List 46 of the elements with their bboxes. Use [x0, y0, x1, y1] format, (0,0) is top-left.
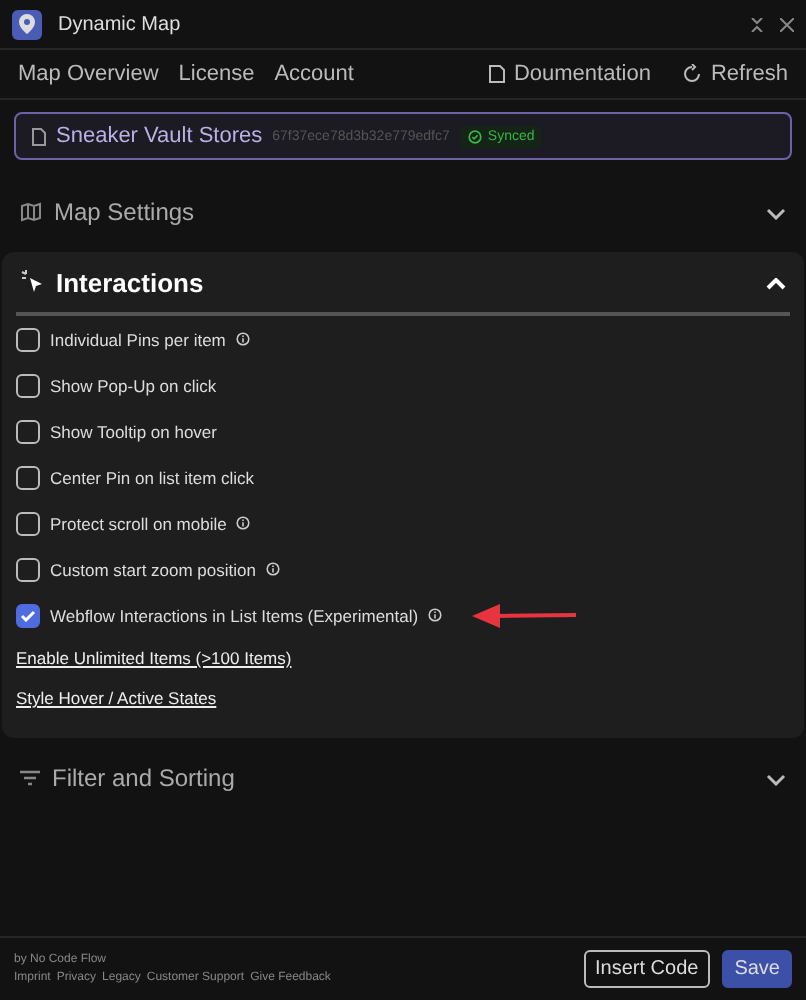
info-icon[interactable] — [265, 562, 280, 576]
checkbox-label: Show Tooltip on hover — [50, 421, 217, 441]
checkbox-label: Protect scroll on mobile — [50, 513, 227, 533]
info-icon[interactable] — [428, 608, 443, 622]
link[interactable]: Style Hover / Active States — [16, 678, 217, 718]
map-icon — [20, 202, 42, 222]
refresh-button[interactable]: Refresh — [682, 62, 788, 86]
collapse-icon[interactable] — [750, 17, 764, 31]
collapse-chevron-icon[interactable] — [766, 278, 786, 290]
checkbox[interactable] — [16, 511, 40, 535]
document-icon — [32, 127, 46, 145]
checkbox[interactable] — [16, 373, 40, 397]
filter-icon — [20, 770, 40, 786]
info-icon[interactable] — [235, 332, 250, 346]
collection-name: Sneaker Vault Stores — [56, 124, 263, 148]
checkbox[interactable] — [16, 557, 40, 581]
checkbox-label: Individual Pins per item — [50, 329, 226, 349]
nav-tab[interactable]: Account — [274, 62, 354, 86]
info-icon[interactable] — [236, 516, 251, 530]
checkbox-label: Webflow Interactions in List Items (Experimental) — [50, 605, 419, 625]
section-title[interactable]: Filter and Sorting — [52, 764, 754, 792]
document-icon — [487, 64, 506, 84]
section-title: Interactions — [56, 267, 206, 297]
checkbox-label: Center Pin on list item click — [50, 467, 255, 487]
save-button[interactable]: Save — [722, 950, 792, 988]
nav-tab[interactable]: Map Overview — [18, 62, 159, 86]
expand-chevron-icon[interactable] — [766, 208, 786, 220]
section-title[interactable]: Map Settings — [54, 198, 754, 226]
nav-tab[interactable]: License — [178, 62, 255, 86]
checkbox[interactable] — [16, 603, 40, 627]
expand-chevron-icon[interactable] — [766, 774, 786, 786]
checkbox[interactable] — [16, 327, 40, 351]
window-title: Dynamic Map — [58, 13, 183, 35]
close-icon[interactable] — [780, 17, 794, 31]
checkbox[interactable] — [16, 419, 40, 443]
checkbox-label: Show Pop-Up on click — [50, 375, 217, 395]
refresh-icon — [682, 64, 703, 84]
app-logo-icon — [12, 9, 42, 39]
cursor-click-icon — [20, 270, 44, 294]
insert-code-button[interactable]: Insert Code — [583, 950, 711, 988]
checkbox[interactable] — [16, 465, 40, 489]
checkbox-label: Custom start zoom position — [50, 559, 256, 579]
documentation-link[interactable]: Doumentation — [487, 62, 651, 86]
check-circle-icon — [467, 129, 482, 143]
checkmark-icon — [20, 609, 36, 621]
link[interactable]: Enable Unlimited Items (>100 Items) — [16, 638, 292, 678]
